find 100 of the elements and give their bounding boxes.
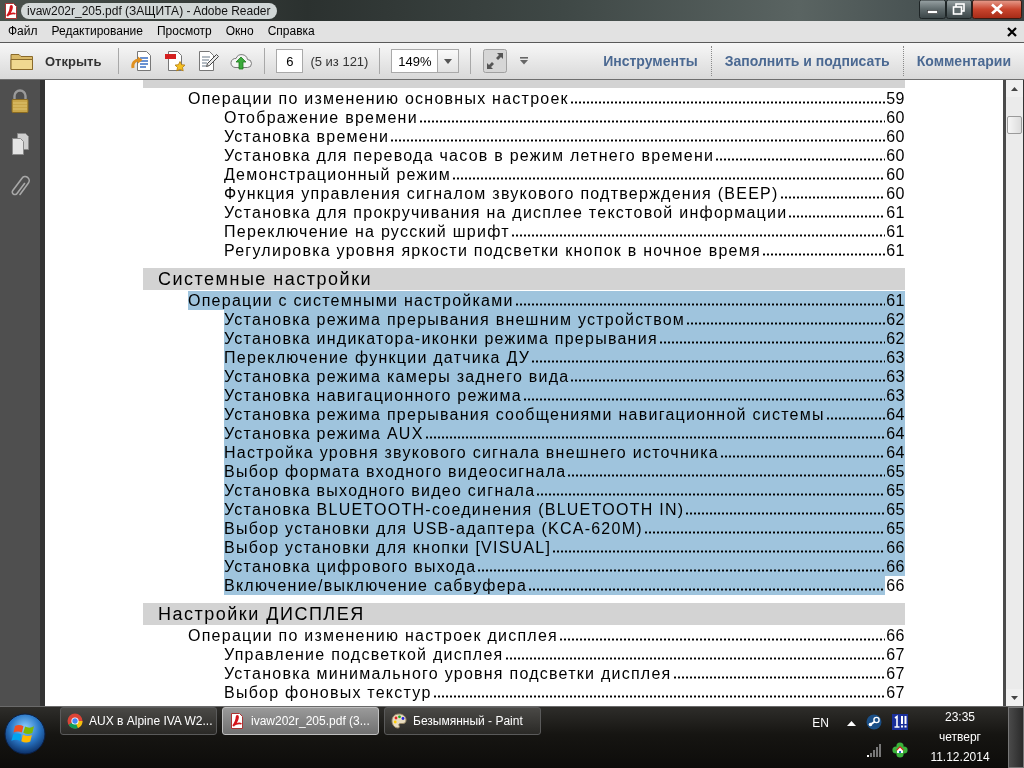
document-pen-icon[interactable] [196,49,221,73]
page-number: 60 [885,127,905,146]
page-number: 66 [885,576,905,595]
signal-bars-icon[interactable] [866,742,882,758]
page-number: 63 [885,348,905,367]
page-number: 60 [885,165,905,184]
page-number: 65 [885,500,905,519]
entry-title: Функция управления сигналом звукового подтверждения (BEEP) [224,184,779,203]
page-number: 66 [885,557,905,576]
zoom-dropdown-button[interactable] [437,49,460,73]
menu-item[interactable]: Редактирование [44,21,150,42]
entry-title: Операции с системными настройками [188,291,514,310]
start-button[interactable] [4,713,46,755]
folder-icon [10,51,34,71]
panel-button[interactable]: Заполнить и подписать [711,46,903,76]
page-number: 62 [885,329,905,348]
page-number: 66 [885,626,905,645]
palette-icon [391,713,407,729]
page-number: 60 [885,146,905,165]
entry-title: Установка режима прерывания внешним устройством [224,310,686,329]
clover-house-icon[interactable] [892,742,908,758]
page-number: 64 [885,424,905,443]
entry-title: Установка выходного видео сигнала [224,481,536,500]
page-number: 63 [885,386,905,405]
vertical-scrollbar[interactable] [1006,80,1023,706]
menu-item[interactable]: Окно [218,21,261,42]
zoom-field[interactable]: 149% [391,49,438,73]
entry-title: Установка минимального уровня подсветки дисплея [224,664,672,683]
taskbar-button[interactable]: ivaw202r_205.pdf (3... [222,707,379,735]
entry-title: Установка времени [224,127,390,146]
page-number: 65 [885,462,905,481]
menu-item[interactable]: Справка [260,21,322,42]
document-icon [3,2,19,19]
page-number: 67 [885,683,905,702]
entry-title: Операции по изменению настроек дисплея [188,626,558,645]
entry-title: Установка BLUETOOTH-соединения (BLUETOOTH IN) [224,500,685,519]
down-arrow-icon [1011,695,1018,700]
section-heading: Системные настройки [143,268,905,290]
page-number-field[interactable]: 6 [276,49,304,73]
taskbar-button[interactable]: AUX в Alpine IVA W2... [60,707,217,735]
page-number: 62 [885,310,905,329]
entry-title: Переключение на русский шрифт [224,222,510,241]
panel-button[interactable]: Комментарии [903,46,1024,76]
clock-time[interactable]: 23:35 [945,707,975,727]
page-number: 64 [885,443,905,462]
entry-title: Включение/выключение сабвуфера [224,576,528,595]
tile-bars-icon[interactable] [892,714,908,730]
pages-icon[interactable] [10,132,30,156]
page-number: 67 [885,664,905,683]
clock-date[interactable]: 11.12.2014 [930,747,990,767]
entry-title: Переключение функции датчика ДУ [224,348,531,367]
up-arrow-icon [1011,86,1018,91]
menu-item[interactable]: Просмотр [149,21,219,42]
entry-title: Выбор установки для кнопки [VISUAL] [224,538,552,557]
page-number: 65 [885,481,905,500]
entry-title: Управление подсветкой дисплея [224,645,504,664]
entry-title: Выбор фоновых текстур [224,683,432,702]
section-heading: Настройки ДИСПЛЕЯ [143,603,905,625]
entry-title: Регулировка уровня яркости подсветки кнопок в ночное время [224,241,761,260]
entry-title: Установка индикатора-иконки режима прерывания [224,329,658,348]
page-number: 61 [885,291,905,310]
page-count: (5 из 121) [310,53,369,69]
close-icon[interactable] [1007,26,1017,37]
entry-title: Установка навигационного режима [224,386,522,405]
document-icon [229,713,245,729]
restore-icon[interactable] [946,0,972,19]
diagonal-arrows-icon[interactable] [483,49,508,73]
page-number: 63 [885,367,905,386]
page-number: 67 [885,645,905,664]
entry-title: Установка режима прерывания сообщениями навигационной системы [224,405,825,424]
clock-weekday[interactable]: четверг [939,727,981,747]
entry-title: Установка режима камеры заднего вида [224,367,570,386]
language-indicator[interactable]: EN [812,707,829,768]
menu-item[interactable]: Файл [1,21,45,42]
scrollbar-thumb[interactable] [1007,116,1022,134]
page-number: 64 [885,405,905,424]
lock-icon[interactable] [10,89,30,113]
panel-button[interactable]: Инструменты [590,46,711,76]
taskbar-button[interactable]: Безымянный - Paint [384,707,541,735]
window-title: ivaw202r_205.pdf (ЗАЩИТА) - Adobe Reader [21,2,277,19]
minimize-icon[interactable] [919,0,946,19]
entry-title: Установка для перевода часов в режим летнего времени [224,146,715,165]
entry-title: Выбор формата входного видеосигнала [224,462,567,481]
dropdown-caret-icon[interactable] [519,57,530,65]
entry-title: Демонстрационный режим [224,165,451,184]
round-tricolor-icon [67,713,83,729]
open-button[interactable]: Открыть [5,46,108,76]
entry-title: Установка для прокручивания на дисплее текстовой информации [224,203,788,222]
page-number: 65 [885,519,905,538]
up-arrow-icon[interactable] [847,721,856,726]
entry-title: Отображение времени [224,108,418,127]
caret-icon [444,58,453,64]
page-number: 66 [885,538,905,557]
scroll-down-button[interactable] [1006,689,1023,706]
page-number: 61 [885,222,905,241]
document-star-icon[interactable] [163,49,188,73]
scroll-up-button[interactable] [1006,80,1023,97]
entry-title: Установка цифрового выхода [224,557,477,576]
piston-circle-icon[interactable] [866,714,882,730]
close-icon[interactable] [972,0,1022,19]
